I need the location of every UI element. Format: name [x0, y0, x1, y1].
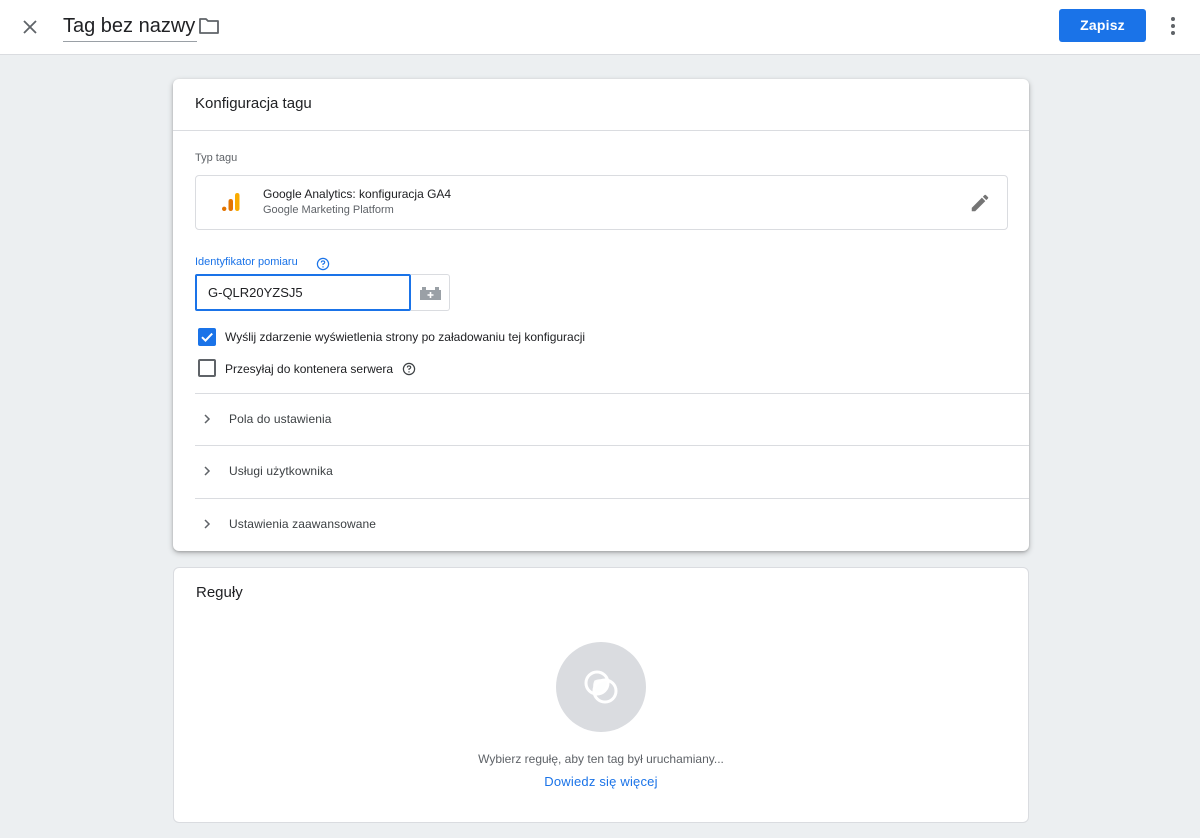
- tag-name-field[interactable]: Tag bez nazwy: [63, 12, 198, 42]
- server-container-label: Przesyłaj do kontenera serwera: [225, 362, 394, 376]
- ga-logo-icon: [222, 193, 240, 211]
- insert-variable-button[interactable]: [411, 274, 450, 311]
- section-advanced-settings[interactable]: Ustawienia zaawansowane: [195, 498, 1029, 550]
- more-vert-icon: [1171, 17, 1175, 35]
- measurement-id-label: Identyfikator pomiaru: [195, 256, 298, 268]
- more-options-button[interactable]: [1160, 12, 1186, 40]
- rules-title: Reguły: [196, 584, 243, 601]
- top-bar: Tag bez nazwy Zapisz: [0, 0, 1200, 55]
- send-pageview-label: Wyślij zdarzenie wyświetlenia strony po …: [225, 330, 586, 344]
- measurement-id-input[interactable]: [195, 274, 411, 311]
- tag-type-platform: Google Marketing Platform: [263, 204, 394, 216]
- server-container-checkbox[interactable]: [198, 359, 216, 377]
- card-title: Konfiguracja tagu: [195, 95, 312, 112]
- trigger-icon: [584, 670, 618, 704]
- section-label: Pola do ustawienia: [229, 412, 332, 426]
- folder-icon: [199, 18, 219, 34]
- add-trigger-button[interactable]: [556, 642, 646, 732]
- chevron-right-icon: [204, 466, 211, 476]
- rules-hint: Wybierz regułę, aby ten tag był uruchami…: [478, 752, 724, 766]
- folder-button[interactable]: [196, 13, 222, 39]
- variable-brick-icon: [420, 287, 441, 300]
- section-user-properties[interactable]: Usługi użytkownika: [195, 445, 1029, 497]
- close-icon: [23, 20, 37, 34]
- tag-type-name: Google Analytics: konfiguracja GA4: [263, 187, 452, 201]
- tag-name: Tag bez nazwy: [63, 15, 196, 37]
- help-icon[interactable]: [402, 362, 416, 376]
- triggering-card: Reguły Wybierz regułę, aby ten tag był u…: [173, 567, 1029, 823]
- edit-pencil-icon[interactable]: [969, 192, 991, 214]
- tag-configuration-card: Konfiguracja tagu Typ tagu Google Analyt…: [173, 79, 1029, 551]
- save-button[interactable]: Zapisz: [1059, 9, 1146, 42]
- section-label: Usługi użytkownika: [229, 464, 333, 478]
- card-header: Konfiguracja tagu: [173, 79, 1029, 131]
- tag-type-selector[interactable]: Google Analytics: konfiguracja GA4 Googl…: [195, 175, 1008, 230]
- send-pageview-checkbox[interactable]: [198, 328, 216, 346]
- help-icon[interactable]: [316, 257, 330, 271]
- checkmark-icon: [201, 332, 213, 343]
- section-fields-to-set[interactable]: Pola do ustawienia: [195, 393, 1029, 445]
- learn-more-link[interactable]: Dowiedz się więcej: [174, 774, 1028, 789]
- close-button[interactable]: [14, 11, 46, 43]
- chevron-right-icon: [204, 519, 211, 529]
- section-label: Ustawienia zaawansowane: [229, 517, 377, 531]
- chevron-right-icon: [204, 414, 211, 424]
- tag-type-label: Typ tagu: [195, 152, 238, 164]
